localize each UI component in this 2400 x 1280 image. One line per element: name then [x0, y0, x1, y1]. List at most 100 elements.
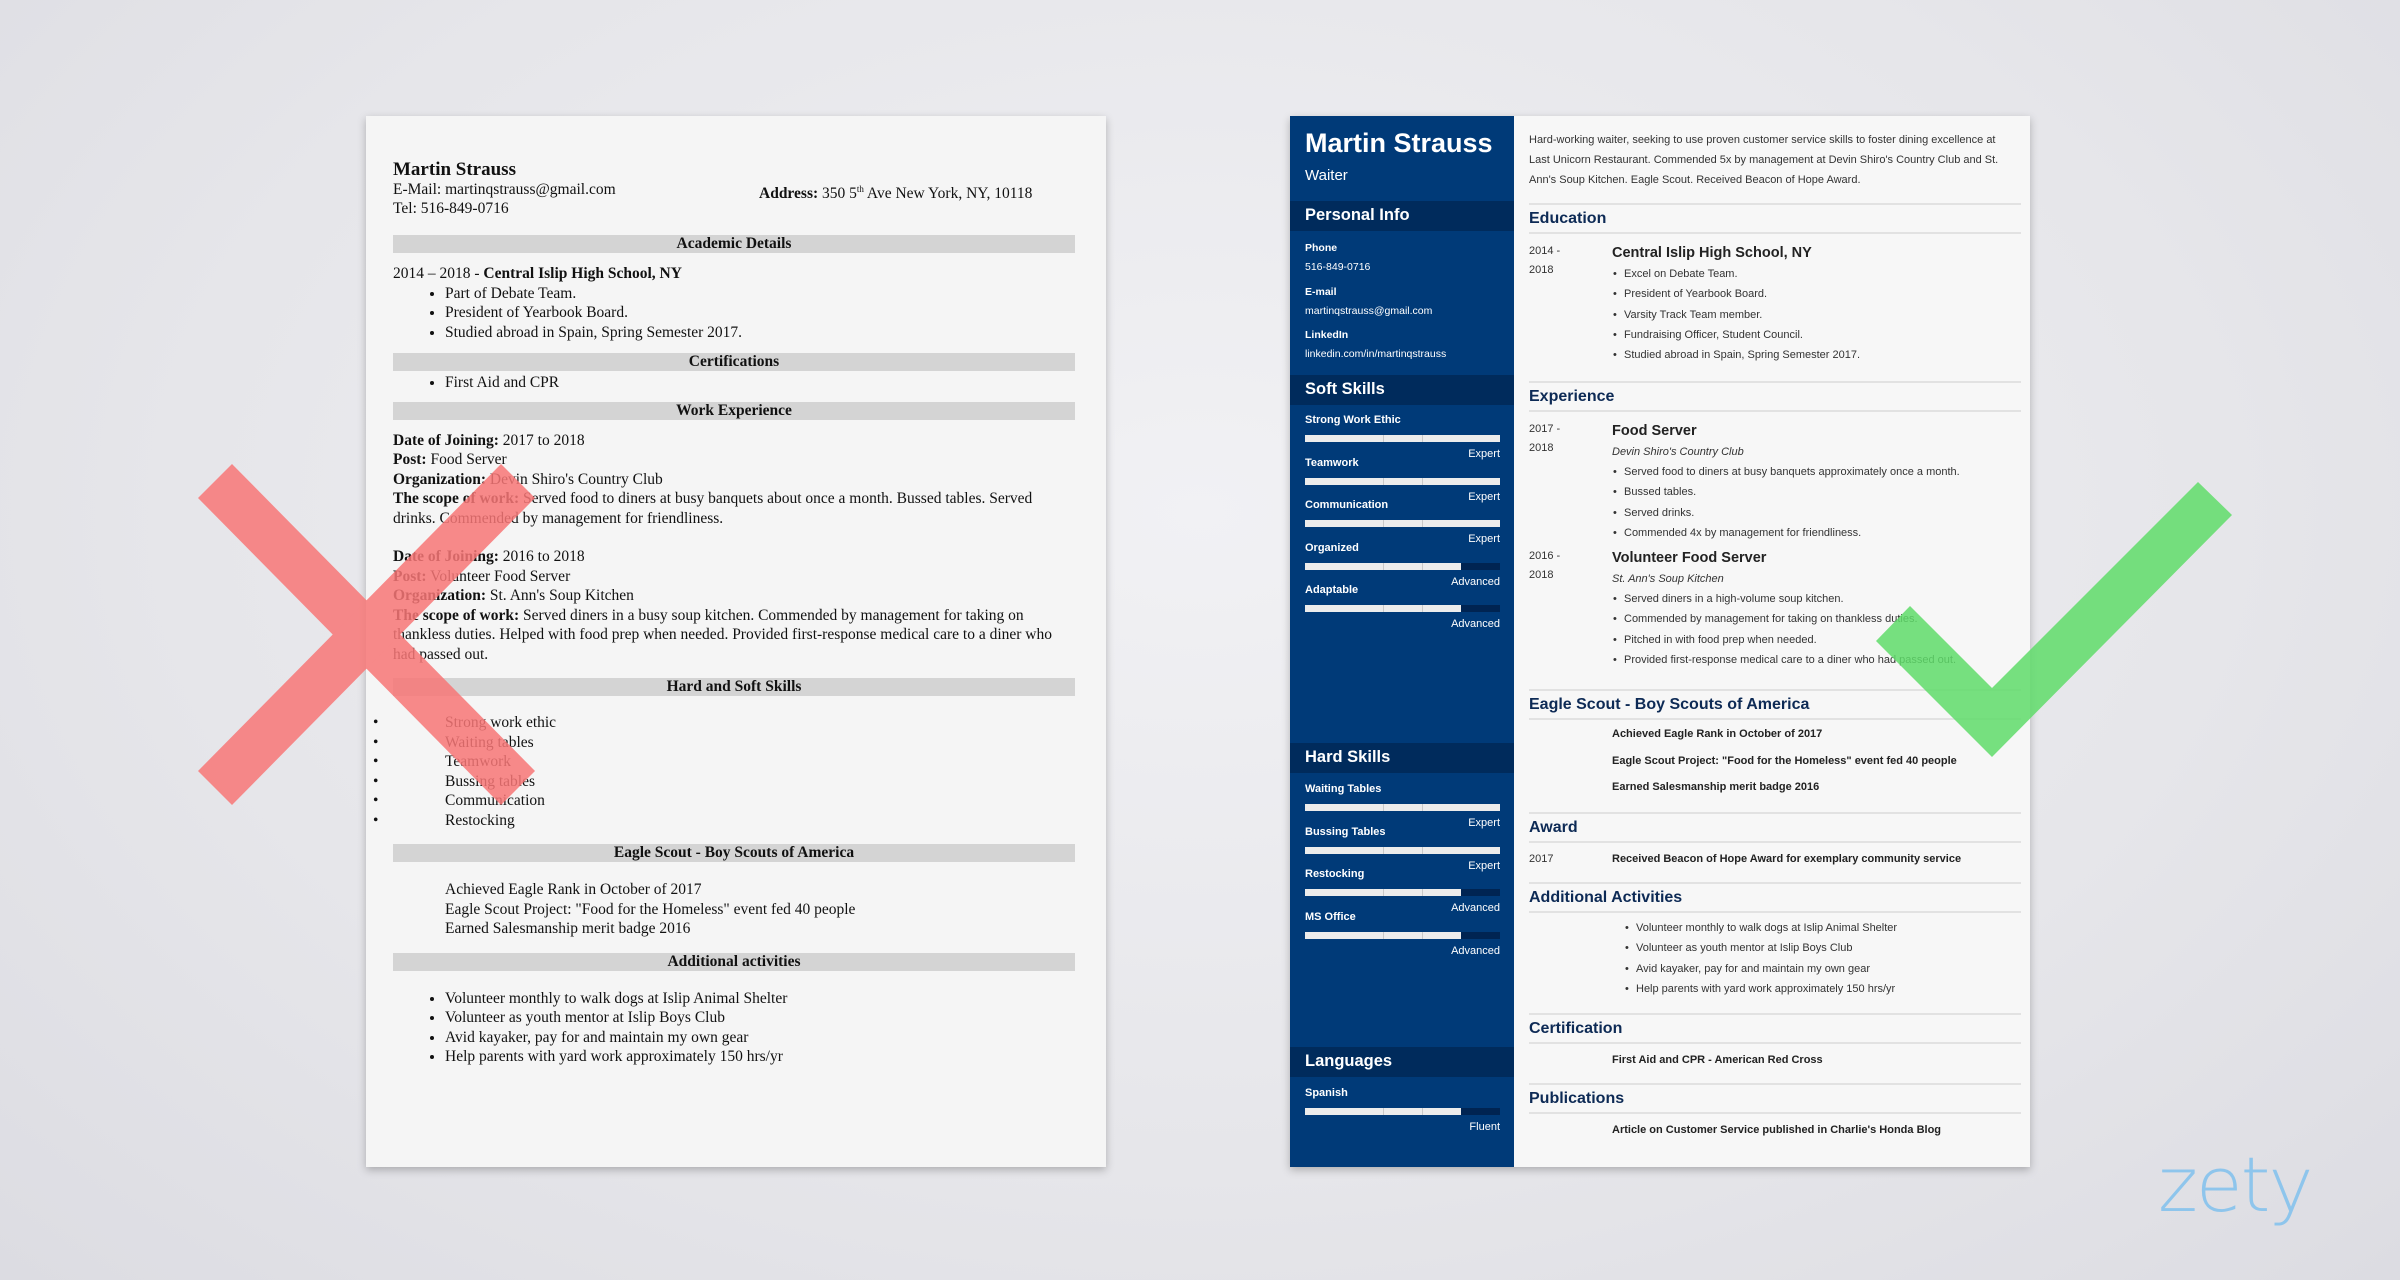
linkedin-label: LinkedIn — [1305, 329, 1349, 341]
phone-label: Phone — [1305, 242, 1338, 254]
list-item: Bussed tables. — [1613, 482, 2021, 503]
skill-bar-tick — [1422, 477, 1423, 485]
skill-bar — [1305, 846, 1500, 854]
skill-bar-fill — [1305, 477, 1500, 485]
section-heading-work: Work Experience — [393, 401, 1075, 420]
education-entry: 2014 - 2018 Central Islip High School, NY… — [1529, 242, 2021, 366]
section-heading-publications: Publications — [1529, 1083, 2021, 1114]
resume-sidebar: Martin Strauss Waiter Personal Info Phon… — [1290, 116, 1514, 1167]
list-item: Communication — [373, 791, 1075, 811]
list-item: Excel on Debate Team. — [1613, 264, 2021, 285]
job-field-value: Volunteer Food Server — [426, 567, 571, 585]
job-organization: Devin Shiro's Country Club — [1612, 446, 1744, 458]
education-dates: 2014 - 2018 — [1529, 242, 1589, 280]
skill-bar-tick — [1383, 804, 1384, 811]
skill-bar-tick — [1383, 605, 1384, 612]
award-year: 2017 — [1529, 853, 1554, 865]
job-field: Post: Food Server — [393, 450, 1075, 470]
email-value: martinqstrauss@gmail.com — [445, 181, 616, 198]
resume-name: Martin Strauss — [393, 159, 516, 180]
skill-bar-tick — [1383, 562, 1384, 570]
list-item: First Aid and CPR — [445, 373, 1075, 393]
job-field-label: Organization: — [393, 470, 486, 488]
list-item: Commended by management for taking on th… — [1613, 609, 2021, 630]
date-end: 2018 — [1529, 569, 1554, 582]
address-label: Address: — [759, 185, 819, 203]
address-sup: th — [856, 184, 864, 194]
section-heading-scout: Eagle Scout - Boy Scouts of America — [393, 844, 1075, 862]
skill-bar — [1305, 435, 1500, 442]
skill-name: Waiting Tables — [1305, 783, 1382, 795]
list-item: Studied abroad in Spain, Spring Semester… — [1613, 345, 2021, 366]
verdict-overlays — [198, 464, 2232, 805]
scout-section: Eagle Scout - Boy Scouts of America Achi… — [1529, 689, 2021, 801]
education-dates: 2014 – 2018 - — [393, 265, 484, 282]
list-item: Achieved Eagle Rank in October of 2017 — [1612, 728, 1823, 740]
linkedin-value: linkedin.com/in/martinqstrauss — [1305, 348, 1447, 360]
skill-bar-tick — [1383, 846, 1384, 854]
job-field-value: St. Ann's Soup Kitchen — [486, 587, 634, 604]
skill-bar-tick — [1422, 889, 1423, 896]
list-item: Eagle Scout Project: "Food for the Homel… — [445, 900, 856, 918]
skill-item: Adaptable Advanced — [1305, 584, 1500, 646]
skill-bar-tick — [1422, 1108, 1423, 1115]
list-item: Eagle Scout Project: "Food for the Homel… — [1612, 754, 1957, 767]
zety-logo: zety — [2158, 1140, 2313, 1229]
education-school: Central Islip High School, NY — [1612, 245, 1812, 261]
publication-text: Article on Customer Service published in… — [1612, 1124, 1942, 1136]
job-body: Food Server Devin Shiro's Country Club Ser… — [1612, 420, 2021, 543]
list-item: Bussing tables — [373, 772, 1075, 792]
job-field-label: Date of Joining: — [393, 548, 499, 565]
job-field-label: The scope of work: — [393, 606, 520, 624]
list-item: Volunteer monthly to walk dogs at Islip … — [445, 989, 1075, 1009]
job-field-value: Devin Shiro's Country Club — [486, 470, 663, 488]
sidebar-heading-languages: Languages — [1290, 1047, 1514, 1077]
list-item: Provided first-response medical care to … — [1613, 650, 2021, 671]
date-start: 2016 - — [1529, 550, 1561, 563]
job-dates: 2016 - 2018 — [1529, 547, 1589, 585]
skill-bar-tick — [1383, 477, 1384, 485]
address-rest: Ave New York, NY, 10118 — [863, 185, 1033, 203]
list-item: Studied abroad in Spain, Spring Semester… — [445, 323, 1075, 343]
resume-main: Hard-working waiter, seeking to use prov… — [1514, 116, 2030, 1167]
job-dates: 2017 - 2018 — [1529, 420, 1589, 458]
job-field: Date of Joining: 2017 to 2018 — [393, 431, 1075, 451]
skill-bar-fill — [1305, 846, 1500, 854]
list-item: Pitched in with food prep when needed. — [1613, 630, 2021, 651]
job-bullets: Served diners in a high-volume soup kitc… — [1612, 589, 2021, 670]
skill-bar-tick — [1422, 846, 1423, 854]
section-heading-certifications: Certifications — [393, 353, 1075, 371]
job-field-value: 2017 to 2018 — [498, 431, 585, 449]
job-body: Volunteer Food Server St. Ann's Soup Kitc… — [1612, 547, 2021, 670]
modern-resume: Martin Strauss Waiter Personal Info Phon… — [1290, 116, 2030, 1167]
job-field-label: Post: — [393, 451, 427, 468]
skill-bar-tick — [1422, 605, 1423, 612]
sidebar-heading-soft-skills: Soft Skills — [1290, 375, 1514, 405]
job-field: Post: Volunteer Food Server — [393, 567, 1075, 587]
list-item: Restocking — [373, 811, 1075, 831]
skill-bar — [1305, 520, 1500, 527]
job-title: Waiter — [1305, 167, 1348, 184]
skill-name: Spanish — [1305, 1087, 1348, 1099]
education-bullets: Part of Debate Team.President of Yearboo… — [393, 284, 1075, 343]
date-start: 2014 - — [1529, 245, 1561, 257]
skill-name: Organized — [1305, 541, 1359, 554]
skill-bar-tick — [1383, 520, 1384, 527]
job-entry: Date of Joining: 2016 to 2018 Post: Volun… — [393, 547, 1075, 664]
skill-bar — [1305, 562, 1500, 570]
skill-level: Fluent — [1469, 1121, 1500, 1133]
skill-level: Advanced — [1451, 944, 1500, 957]
job-field-value: 2016 to 2018 — [498, 548, 585, 565]
job-field-label: The scope of work: — [393, 490, 520, 507]
summary: Hard-working waiter, seeking to use prov… — [1529, 134, 1999, 186]
scout-list: Achieved Eagle Rank in October of 2017 Ea… — [1612, 721, 2021, 801]
list-item: Waiting tables — [373, 733, 1075, 753]
list-item: Varsity Track Team member. — [1613, 305, 2021, 326]
section-heading-education: Education — [1529, 203, 2021, 234]
section-heading-skills: Hard and Soft Skills — [393, 678, 1075, 696]
phone-value: 516-849-0716 — [1305, 261, 1371, 273]
skill-bar — [1305, 931, 1500, 939]
address-value: 350 5 — [822, 185, 857, 203]
job-organization: St. Ann's Soup Kitchen — [1612, 573, 1724, 586]
work-experience-list: Date of Joining: 2017 to 2018 Post: Food … — [393, 431, 1075, 665]
